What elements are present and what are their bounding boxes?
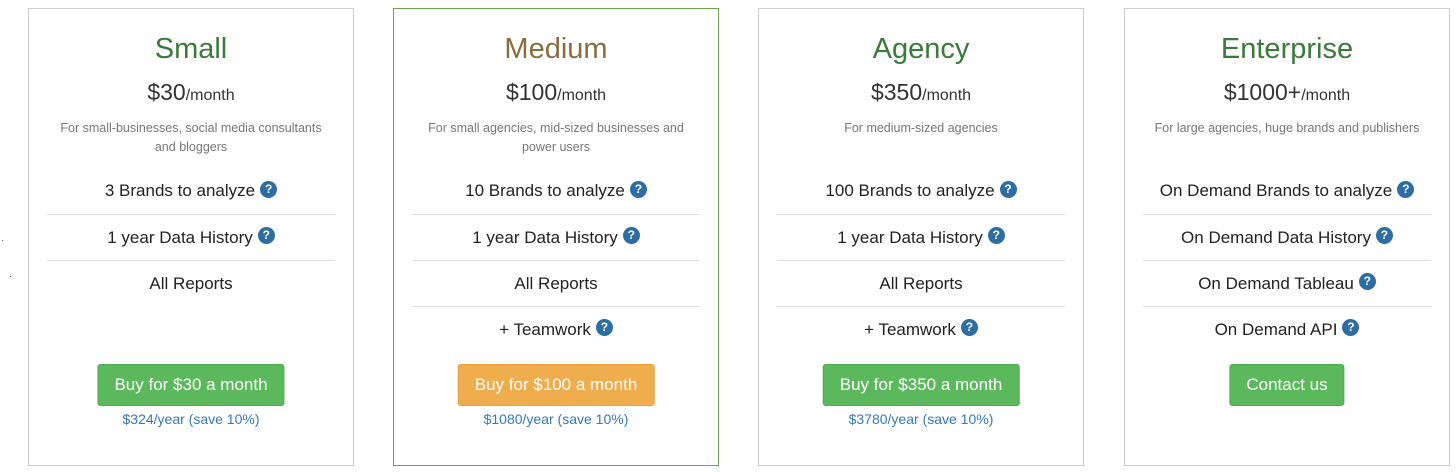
plan-card-medium: Medium $100/month For small agencies, mi… [393,8,719,466]
plan-card-enterprise: Enterprise $1000+/month For large agenci… [1124,8,1450,466]
feature-item: On Demand Data History ? [1143,214,1431,260]
feature-item: On Demand API ? [1143,306,1431,352]
yearly-price-link[interactable]: $1080/year (save 10%) [394,410,718,428]
feature-item: On Demand Tableau ? [1143,260,1431,306]
feature-label: 3 Brands to analyze [104,181,256,200]
feature-item: 1 year Data History ? [777,214,1065,260]
price-period: /month [1301,87,1351,104]
question-circle-icon[interactable]: ? [260,180,278,198]
price-amount: $350 [870,79,923,105]
plan-price: $1000+/month [1125,77,1449,111]
feature-label: + Teamwork [499,319,591,339]
question-circle-icon[interactable]: ? [1342,319,1360,336]
plan-description: For medium-sized agencies [844,121,998,135]
question-circle-icon[interactable]: ? [1397,180,1415,198]
plan-price: $30/month [29,77,353,111]
price-period: /month [185,87,235,104]
feature-label: 100 Brands to analyze [825,181,995,200]
question-circle-icon[interactable]: ? [622,227,640,244]
contact-us-button[interactable]: Contact us [1229,364,1345,406]
feature-label: 10 Brands to analyze [465,181,625,200]
feature-item: 3 Brands to analyze ? [47,168,335,214]
question-circle-icon[interactable]: ? [257,227,275,244]
feature-label: On Demand Data History [1181,227,1371,247]
question-circle-icon[interactable]: ? [960,319,978,336]
question-circle-icon[interactable]: ? [987,227,1005,244]
feature-list: 10 Brands to analyze ? 1 year Data Histo… [412,168,700,352]
buy-agency-button[interactable]: Buy for $350 a month [822,364,1020,406]
buy-medium-button[interactable]: Buy for $100 a month [457,364,655,406]
yearly-price-link[interactable]: $324/year (save 10%) [29,410,353,428]
feature-item: 10 Brands to analyze ? [412,168,700,214]
feature-label: On Demand Tableau [1198,273,1354,293]
feature-item: On Demand Brands to analyze ? [1143,168,1431,214]
plan-title: Small [154,33,228,65]
feature-label: 1 year Data History [472,227,618,247]
feature-label: 1 year Data History [837,227,983,247]
question-circle-icon[interactable]: ? [595,319,613,336]
feature-list: On Demand Brands to analyze ? On Demand … [1143,168,1431,352]
question-circle-icon[interactable]: ? [629,180,647,198]
feature-label: + Teamwork [864,319,956,339]
feature-item: + Teamwork ? [412,306,700,352]
feature-list: 3 Brands to analyze ? 1 year Data Histor… [47,168,335,306]
feature-label: On Demand Brands to analyze [1159,181,1393,200]
feature-label: All Reports [514,273,598,293]
price-amount: $100 [505,79,558,105]
plan-price: $350/month [759,77,1083,111]
feature-label: 1 year Data History [107,227,253,247]
plan-description: For small-businesses, social media consu… [60,121,322,154]
price-amount: $1000+ [1223,79,1302,105]
plan-description: For small agencies, mid-sized businesses… [428,121,684,154]
plan-card-small: Small $30/month For small-businesses, so… [28,8,354,466]
feature-label: All Reports [149,273,233,293]
feature-label: On Demand API [1214,319,1338,339]
yearly-price-link[interactable]: $3780/year (save 10%) [759,410,1083,428]
plan-title: Enterprise [1220,33,1354,65]
feature-item: 1 year Data History ? [412,214,700,260]
price-period: /month [922,87,972,104]
feature-item: + Teamwork ? [777,306,1065,352]
question-circle-icon[interactable]: ? [1375,227,1393,244]
stray-dot [10,276,11,277]
feature-item: 1 year Data History ? [47,214,335,260]
price-amount: $30 [147,79,186,105]
question-circle-icon[interactable]: ? [1358,273,1376,290]
feature-label: All Reports [879,273,963,293]
plan-title: Agency [872,33,970,65]
stray-dot [2,240,3,241]
feature-item: 100 Brands to analyze ? [777,168,1065,214]
feature-item: All Reports [47,260,335,306]
plan-card-agency: Agency $350/month For medium-sized agenc… [758,8,1084,466]
feature-list: 100 Brands to analyze ? 1 year Data Hist… [777,168,1065,352]
plan-price: $100/month [394,77,718,111]
plan-description: For large agencies, huge brands and publ… [1154,121,1420,135]
feature-item: All Reports [777,260,1065,306]
buy-small-button[interactable]: Buy for $30 a month [97,364,285,406]
price-period: /month [557,87,607,104]
question-circle-icon[interactable]: ? [999,180,1017,198]
plan-title: Medium [504,33,608,65]
feature-item: All Reports [412,260,700,306]
